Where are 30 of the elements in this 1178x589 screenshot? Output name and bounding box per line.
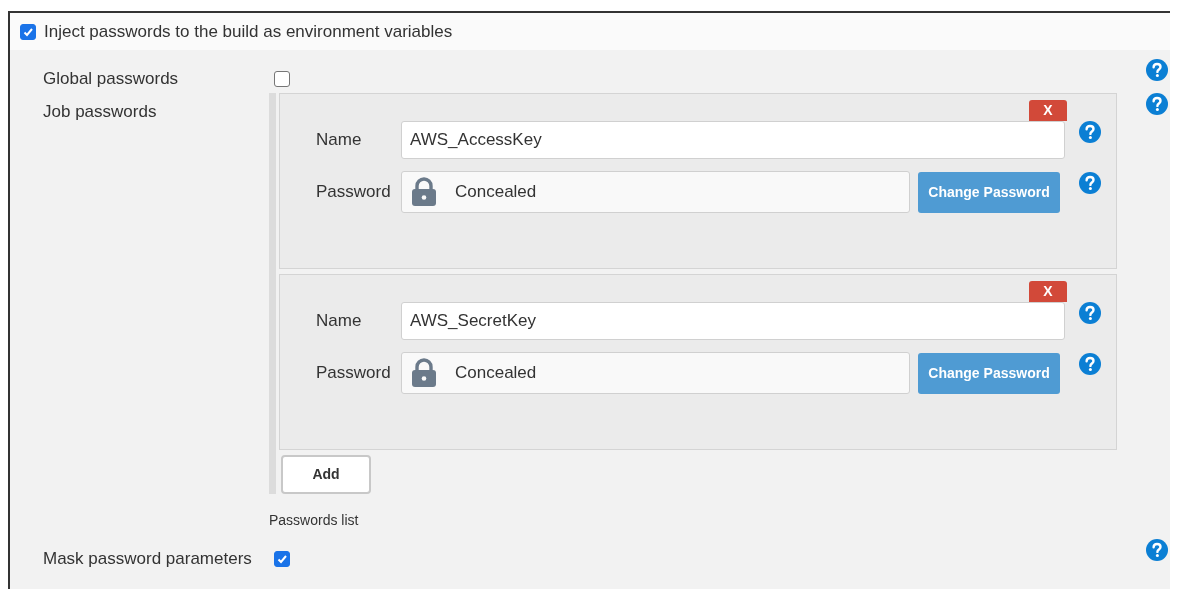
checkbox[interactable] — [274, 551, 290, 567]
password-text: Concealed — [455, 181, 537, 204]
help-icon[interactable] — [1079, 353, 1101, 375]
checkbox[interactable] — [20, 23, 36, 40]
checkbox-label: Inject passwords to the build as environment variables — [44, 20, 453, 43]
field-label: Name — [316, 129, 363, 152]
password-field[interactable]: Concealed — [401, 352, 910, 394]
lock-icon — [411, 177, 437, 207]
delete-button[interactable]: X — [1029, 100, 1067, 121]
checkbox[interactable] — [274, 71, 290, 87]
field-label: Name — [316, 310, 363, 333]
help-icon[interactable] — [1146, 59, 1168, 81]
help-icon[interactable] — [1079, 121, 1101, 143]
delete-button[interactable]: X — [1029, 281, 1067, 302]
help-icon[interactable] — [1079, 302, 1101, 324]
name-field[interactable]: AWS_SecretKey — [401, 302, 1065, 340]
password-field[interactable]: Concealed — [401, 171, 910, 213]
help-icon[interactable] — [1146, 539, 1168, 561]
lock-icon — [411, 358, 437, 388]
setting-label: Mask password parameters — [43, 549, 252, 568]
name-field[interactable]: AWS_AccessKey — [401, 121, 1065, 159]
add-button[interactable]: Add — [281, 455, 371, 494]
caption: Passwords list — [269, 511, 360, 530]
help-icon[interactable] — [1146, 93, 1168, 115]
help-icon[interactable] — [1079, 172, 1101, 194]
password-text: Concealed — [455, 362, 537, 385]
setting-label: Job passwords — [43, 102, 157, 121]
setting-label: Global passwords — [43, 69, 179, 88]
field-label: Password — [316, 181, 392, 204]
field-label: Password — [316, 362, 392, 385]
